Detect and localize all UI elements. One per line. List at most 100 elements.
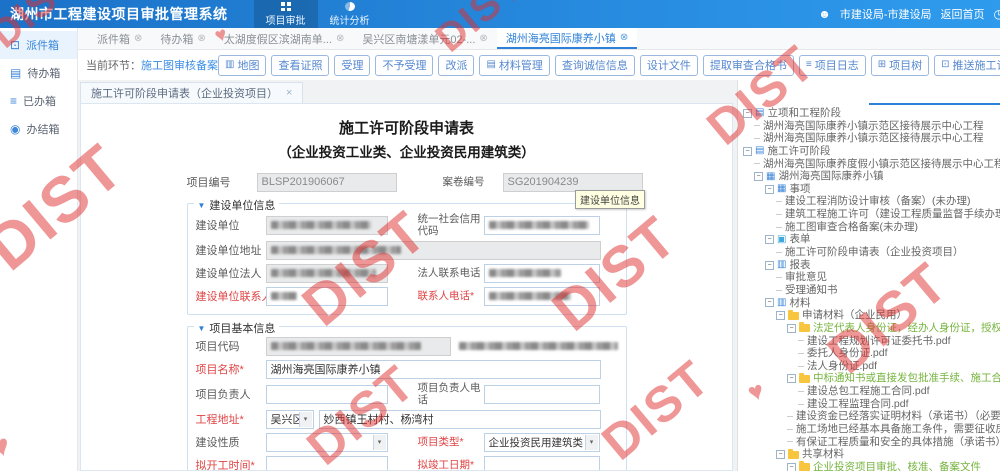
toolbar: 当前环节：施工图审核备案 ▥ 地图 查看证照 受理 xyxy=(78,50,1000,80)
tree-node[interactable]: 建设工程规划许可证委托书.pdf xyxy=(738,335,1000,348)
tree-node[interactable]: − ▦ 湖州海亮国际康养小镇 xyxy=(738,170,1000,183)
expand-icon[interactable]: − xyxy=(765,235,774,244)
right-panel-tab[interactable] xyxy=(869,80,1000,105)
tree-node[interactable]: − ▤ 立项和工程阶段 xyxy=(738,107,1000,120)
expand-icon[interactable]: − xyxy=(776,450,785,459)
expand-icon[interactable]: − xyxy=(787,463,796,471)
tree-node[interactable]: 建设工程消防设计审核（备案）(未办理) xyxy=(738,195,1000,208)
site-input[interactable]: 妙西镇王村村、杨湾村 xyxy=(319,410,601,429)
user-avatar-icon: ☻ xyxy=(818,8,831,20)
unit-input[interactable] xyxy=(266,216,388,235)
end-date-input[interactable] xyxy=(484,456,600,471)
right-panel: − ▤ 立项和工程阶段 湖州海亮国际康养小镇示范区接待展示中心工程 湖州海亮 xyxy=(737,80,1000,471)
expand-icon[interactable]: − xyxy=(787,374,796,383)
unit-legal-input[interactable] xyxy=(266,264,388,283)
tree-node[interactable]: − 法定代表人身份证，经办人身份证，授权委托书 xyxy=(738,322,1000,335)
leader-phone-input[interactable] xyxy=(484,385,600,404)
contact-phone-input[interactable] xyxy=(484,287,600,306)
close-icon[interactable]: ⊗ xyxy=(479,33,487,44)
document-tab[interactable]: 吴兴区南塘漾单元02-... ⊗ xyxy=(353,28,496,49)
toolbar-button[interactable]: 改派 xyxy=(438,55,474,76)
contact-input[interactable] xyxy=(266,287,388,306)
case-no-input[interactable]: SG201904239 xyxy=(503,173,643,192)
toolbar-button[interactable]: ⊡ 推送施工许可数 xyxy=(934,55,1000,76)
tree-node[interactable]: − 申请材料（企业民用） xyxy=(738,309,1000,322)
expand-icon[interactable]: − xyxy=(765,185,774,194)
tree-node[interactable]: 湖州海亮国际康养小镇示范区接待展示中心工程 xyxy=(738,120,1000,133)
tree-node[interactable]: − ▥ 材料 xyxy=(738,297,1000,310)
tree-node[interactable]: 建筑工程施工许可（建设工程质量监督手续办理）(未办理) xyxy=(738,208,1000,221)
expand-icon[interactable]: − xyxy=(776,311,785,320)
leader-input[interactable] xyxy=(266,385,388,404)
tree-node[interactable]: 委托人身份证.pdf xyxy=(738,347,1000,360)
credit-code-input[interactable] xyxy=(484,216,600,235)
tree-node[interactable]: 法人身份证.pdf xyxy=(738,360,1000,373)
home-link[interactable]: 返回首页 xyxy=(941,6,985,22)
sidebar-item[interactable]: ▤ 待办箱 xyxy=(0,59,77,87)
close-icon[interactable]: ⊗ xyxy=(620,32,628,43)
expand-icon[interactable]: − xyxy=(743,147,752,156)
top-menu-item[interactable]: 统计分析 xyxy=(318,0,382,28)
tree-node[interactable]: 受理通知书 xyxy=(738,284,1000,297)
sidebar-item[interactable]: ◉ 办结箱 xyxy=(0,115,77,143)
tree-node[interactable]: − ▣ 表单 xyxy=(738,233,1000,246)
collapse-icon[interactable]: ▼ xyxy=(198,324,206,333)
document-tab[interactable]: 待办箱 ⊗ xyxy=(151,28,214,49)
toolbar-button[interactable]: ≡ 项目日志 xyxy=(799,55,866,76)
tree-node[interactable]: 审批意见 xyxy=(738,271,1000,284)
tree-node[interactable]: − 共享材料 xyxy=(738,448,1000,461)
tree-node[interactable]: 建设工程监理合同.pdf xyxy=(738,398,1000,411)
tree-node[interactable]: 有保证工程质量和安全的具体措施（承诺书）（必要）（建筑工 xyxy=(738,436,1000,449)
tree-node[interactable]: − ▥ 报表 xyxy=(738,259,1000,272)
collapse-icon[interactable]: ▼ xyxy=(198,201,206,210)
tree-node[interactable]: 建设资金已经落实证明材料（承诺书）（必要）（建筑工程施工 xyxy=(738,410,1000,423)
current-step-link[interactable]: 施工图审核备案 xyxy=(141,60,218,72)
expand-icon[interactable]: − xyxy=(754,172,763,181)
start-date-input[interactable] xyxy=(266,456,388,471)
expand-icon[interactable]: − xyxy=(765,261,774,270)
tree-node[interactable]: 施工许可阶段申请表（企业投资项目） xyxy=(738,246,1000,259)
right-panel-tab[interactable] xyxy=(738,80,869,105)
project-name-input[interactable]: 湖州海亮国际康养小镇 xyxy=(266,360,601,379)
document-tab[interactable]: 太湖度假区滨湖南单... ⊗ xyxy=(215,28,354,49)
toolbar-button[interactable]: 查看证照 xyxy=(271,55,329,76)
org-icon: ▦ xyxy=(777,184,786,194)
toolbar-button[interactable]: ⊞ 项目树 xyxy=(871,55,929,76)
top-menu-item[interactable]: 项目审批 xyxy=(254,0,318,28)
nature-select[interactable]: ▾ xyxy=(266,433,388,452)
document-tab[interactable]: 派件箱 ⊗ xyxy=(88,28,151,49)
toolbar-button[interactable]: ▥ 地图 xyxy=(218,55,266,76)
unit-address-input[interactable] xyxy=(266,241,601,260)
legal-phone-input[interactable] xyxy=(484,264,600,283)
expand-icon[interactable]: − xyxy=(787,324,796,333)
tree-node[interactable]: 建设总包工程施工合同.pdf xyxy=(738,385,1000,398)
document-tab[interactable]: 湖州海亮国际康养小镇 ⊗ xyxy=(497,28,637,49)
tree-node[interactable]: − 中标通知书或直接发包批准手续、施工合同（必要）（建筑工 xyxy=(738,372,1000,385)
toolbar-button[interactable]: 不予受理 xyxy=(375,55,433,76)
tree-node[interactable]: − ▤ 施工许可阶段 xyxy=(738,145,1000,158)
toolbar-button[interactable]: ▤ 材料管理 xyxy=(479,55,549,76)
tree-node[interactable]: 湖州海亮国际康养度假小镇示范区接待展示中心工程 xyxy=(738,158,1000,171)
toolbar-button[interactable]: 设计文件 xyxy=(640,55,698,76)
project-code-input[interactable] xyxy=(266,337,451,356)
close-icon[interactable]: × xyxy=(286,87,292,99)
sidebar-item[interactable]: ⊡ 派件箱 xyxy=(0,31,77,59)
district-select[interactable]: 吴兴区▾ xyxy=(266,410,314,429)
close-icon[interactable]: ⊗ xyxy=(197,33,205,44)
tree-node[interactable]: 施工场地已经基本具备施工条件，需要征收房屋的，其进度符合 xyxy=(738,423,1000,436)
close-icon[interactable]: ⊗ xyxy=(134,33,142,44)
type-select[interactable]: 企业投资民用建筑类▾ xyxy=(484,433,600,452)
project-no-input[interactable]: BLSP201906067 xyxy=(257,173,397,192)
tree-node[interactable]: − ▦ 事项 xyxy=(738,183,1000,196)
tree-node[interactable]: 湖州海亮国际康养小镇示范区接待展示中心工程 xyxy=(738,132,1000,145)
close-icon[interactable]: ⊗ xyxy=(336,33,344,44)
tree-node[interactable]: − 企业投资项目审批、核准、备案文件 xyxy=(738,461,1000,471)
sidebar-item[interactable]: ≡ 已办箱 xyxy=(0,87,77,115)
expand-icon[interactable]: − xyxy=(765,298,774,307)
toolbar-button[interactable]: 提取审查合格书 xyxy=(703,55,794,76)
expand-icon[interactable]: − xyxy=(743,109,752,118)
toolbar-button[interactable]: 受理 xyxy=(334,55,370,76)
tree-node[interactable]: 施工图审查合格备案(未办理) xyxy=(738,221,1000,234)
form-tab[interactable]: 施工许可阶段申请表（企业投资项目） × xyxy=(80,82,303,103)
toolbar-button[interactable]: 查询诚信信息 xyxy=(555,55,635,76)
